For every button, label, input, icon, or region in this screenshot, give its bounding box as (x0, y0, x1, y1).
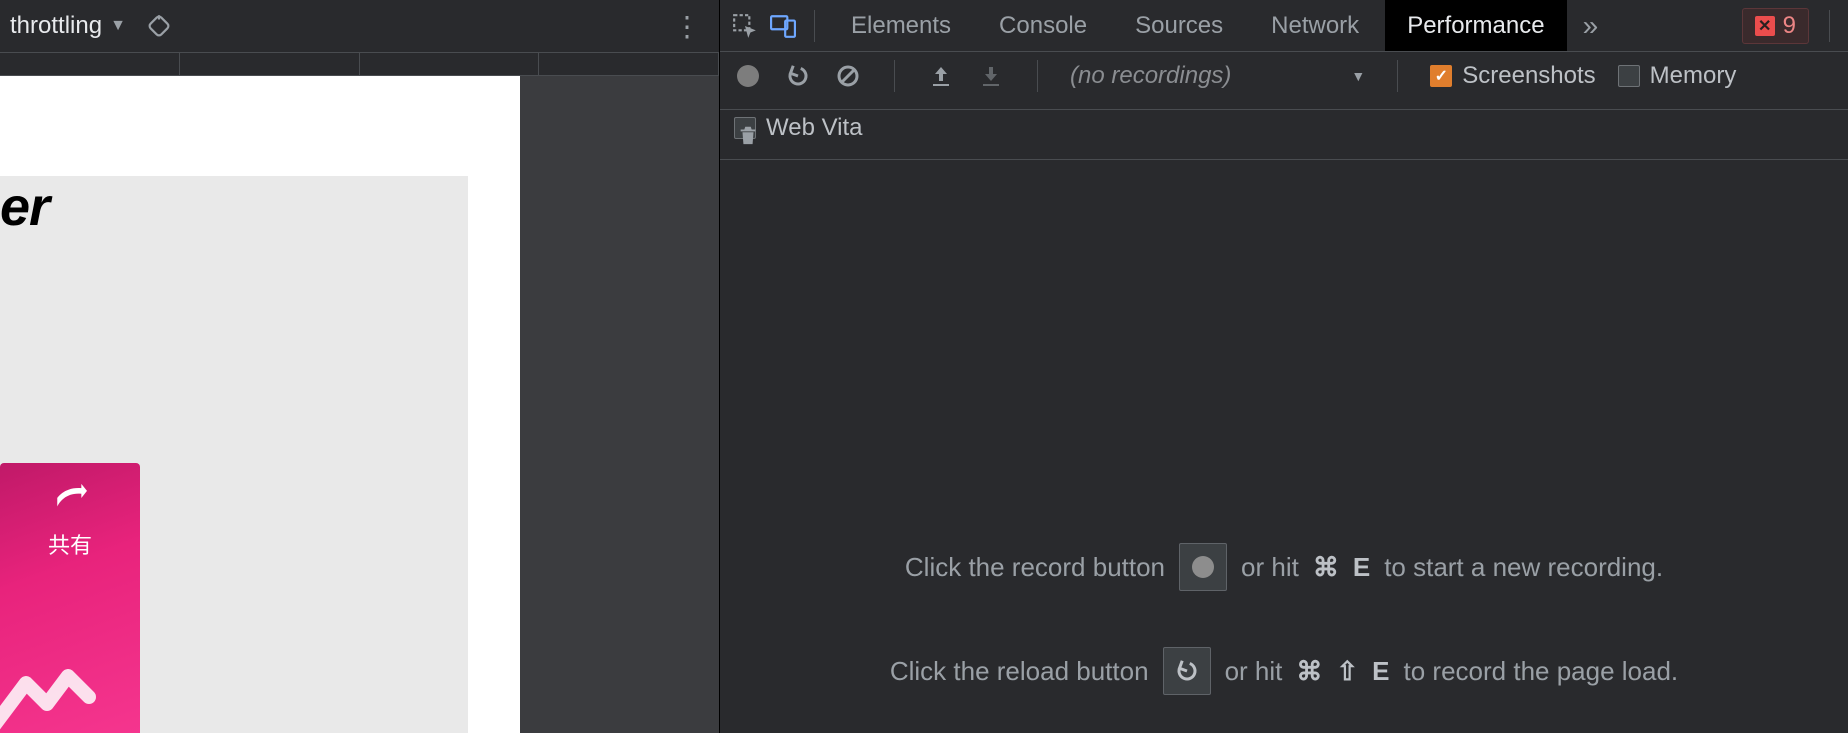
reload-record-button[interactable] (784, 62, 812, 90)
page-body: er 共有 (0, 176, 468, 733)
share-label: 共有 (0, 528, 140, 560)
page-heading: er (0, 176, 468, 238)
save-profile-button[interactable] (977, 62, 1005, 90)
chevron-down-icon: ▼ (110, 17, 126, 35)
error-count: 9 (1783, 12, 1796, 40)
checkbox-icon: ✓ (1430, 65, 1452, 87)
share-card[interactable]: 共有 (0, 463, 140, 733)
memory-checkbox[interactable]: Memory (1618, 62, 1737, 90)
record-icon (1192, 556, 1214, 578)
separator (1829, 10, 1830, 42)
screenshots-checkbox[interactable]: ✓ Screenshots (1430, 62, 1595, 90)
card-decoration (0, 613, 110, 733)
tab-console[interactable]: Console (977, 0, 1109, 51)
separator (1037, 60, 1038, 92)
tab-network[interactable]: Network (1249, 0, 1381, 51)
trash-icon (737, 123, 759, 147)
clear-button[interactable] (834, 62, 862, 90)
performance-toolbar-2 (720, 110, 1848, 160)
devtools-tabs: Elements Console Sources Network Perform… (720, 0, 1848, 52)
throttling-label: throttling (10, 12, 102, 40)
kbd-e: E (1372, 656, 1389, 687)
collect-garbage-button[interactable] (734, 121, 762, 149)
devtools-panel: Elements Console Sources Network Perform… (720, 0, 1848, 733)
reload-icon (786, 64, 810, 88)
rotate-icon (146, 13, 172, 39)
more-tabs-button[interactable]: » (1571, 10, 1611, 42)
tab-performance[interactable]: Performance (1385, 0, 1566, 51)
ruler (0, 52, 719, 76)
performance-toolbar: (no recordings) ▼ ✓ Screenshots Memory W… (720, 52, 1848, 110)
separator (894, 60, 895, 92)
reload-hint-button[interactable] (1163, 647, 1211, 695)
kbd-shift: ⇧ (1336, 656, 1358, 687)
rotate-device-button[interactable] (144, 11, 174, 41)
download-icon (979, 64, 1003, 88)
upload-icon (929, 64, 953, 88)
inspect-element-button[interactable] (728, 9, 762, 43)
recordings-select[interactable]: (no recordings) ▼ (1070, 62, 1365, 90)
device-more-button[interactable]: ⋮ (673, 10, 699, 43)
recordings-placeholder: (no recordings) (1070, 62, 1231, 90)
rendered-page[interactable]: er 共有 (0, 76, 520, 733)
kbd-cmd: ⌘ (1313, 552, 1339, 583)
reload-hint: Click the reload button or hit ⌘ ⇧ E to … (890, 647, 1678, 695)
error-icon: ✕ (1755, 16, 1775, 36)
error-count-badge[interactable]: ✕ 9 (1742, 8, 1809, 44)
devices-icon (770, 13, 796, 39)
inspect-icon (732, 13, 758, 39)
toggle-device-button[interactable] (766, 9, 800, 43)
share-icon (0, 483, 140, 522)
kbd-e: E (1353, 552, 1370, 583)
separator (1397, 60, 1398, 92)
record-hint: Click the record button or hit ⌘ E to st… (905, 543, 1663, 591)
performance-empty-state: Click the record button or hit ⌘ E to st… (720, 160, 1848, 733)
device-toolbar: throttling ▼ ⋮ (0, 0, 719, 52)
tab-sources[interactable]: Sources (1113, 0, 1245, 51)
tab-elements[interactable]: Elements (829, 0, 973, 51)
chevron-down-icon: ▼ (1351, 68, 1365, 84)
device-preview-pane: throttling ▼ ⋮ er 共有 (0, 0, 720, 733)
record-icon (737, 65, 759, 87)
checkbox-icon (1618, 65, 1640, 87)
stop-icon (836, 64, 860, 88)
record-button[interactable] (734, 62, 762, 90)
separator (814, 10, 815, 42)
load-profile-button[interactable] (927, 62, 955, 90)
record-hint-button[interactable] (1179, 543, 1227, 591)
throttling-select[interactable]: throttling ▼ (10, 12, 126, 40)
reload-icon (1175, 659, 1199, 683)
kbd-cmd: ⌘ (1296, 656, 1322, 687)
